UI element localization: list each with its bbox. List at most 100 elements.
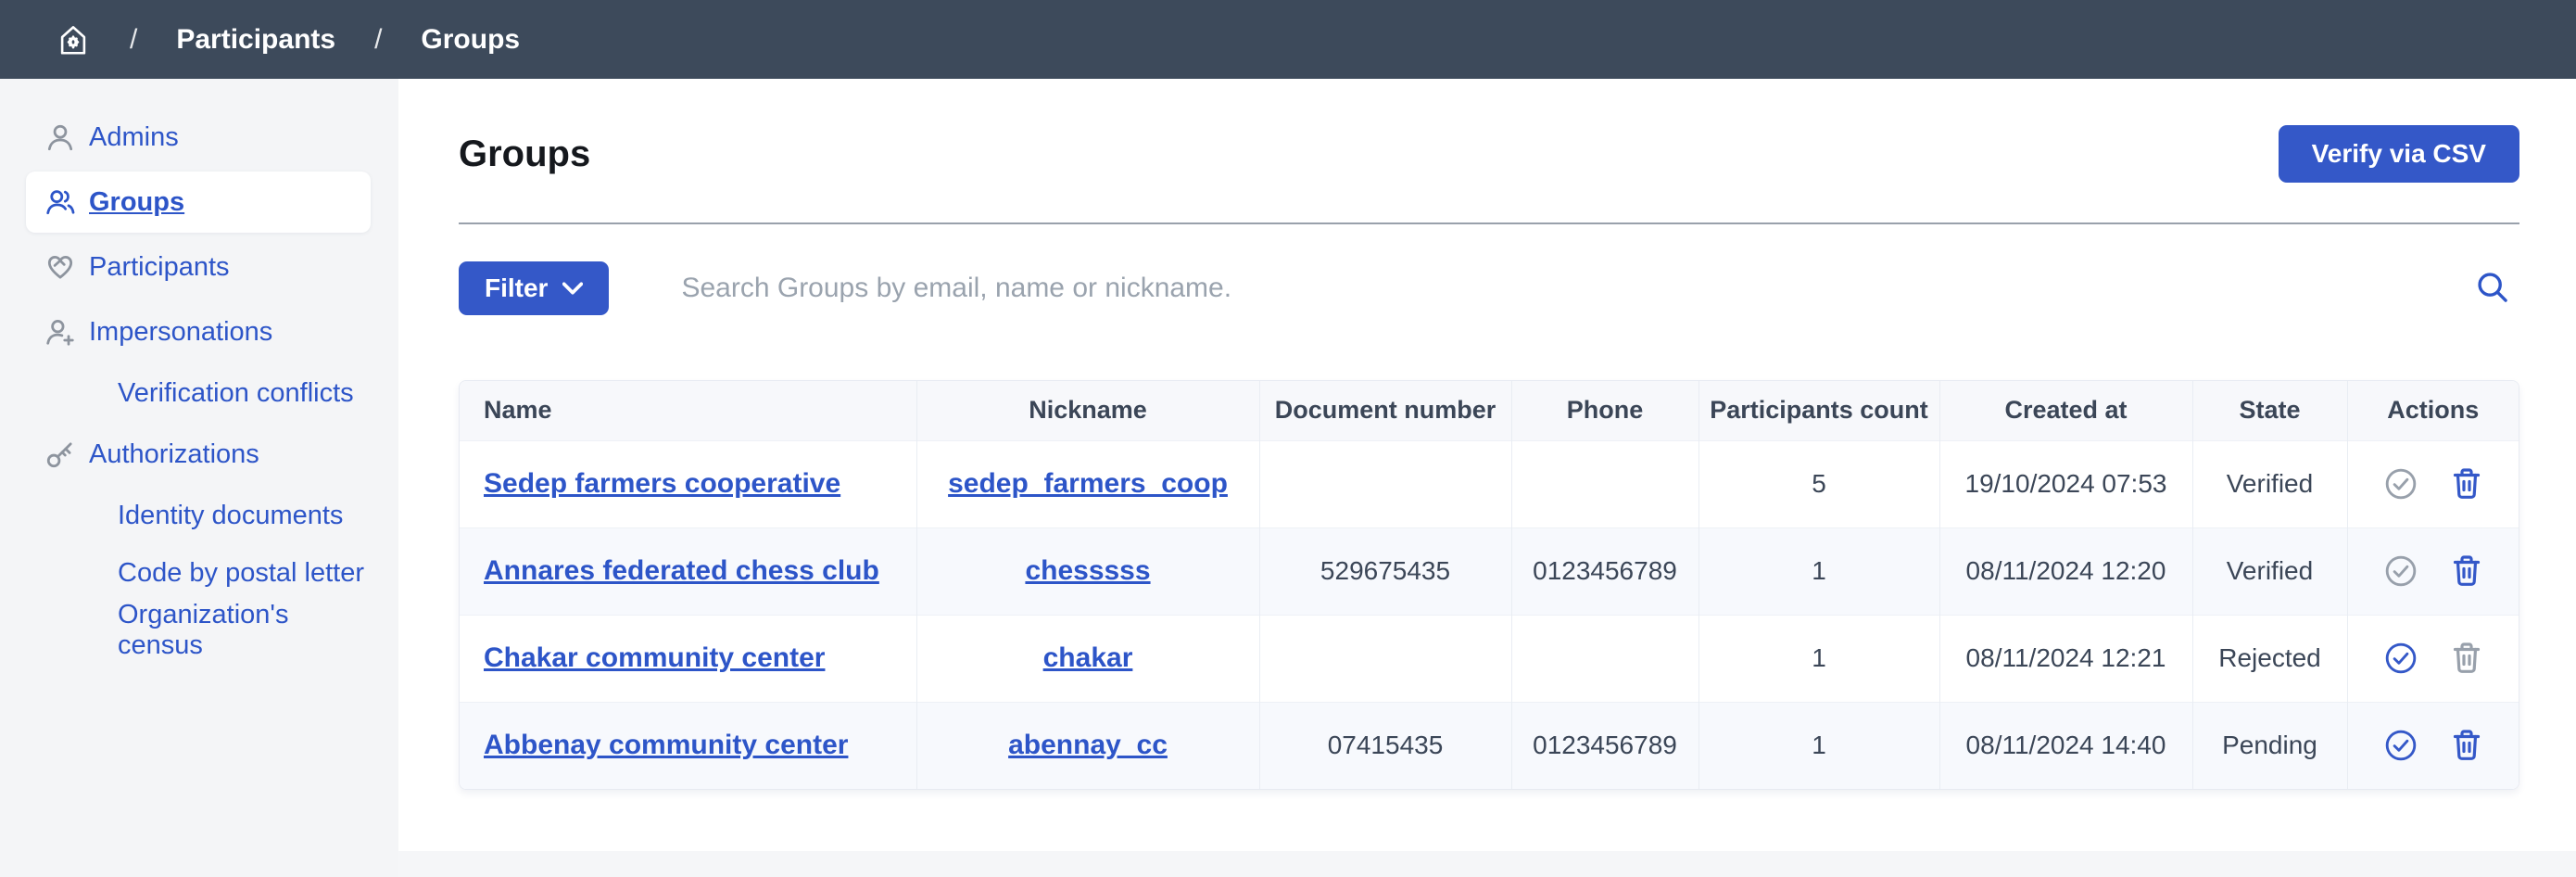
- phone-cell: 0123456789: [1511, 527, 1698, 615]
- breadcrumb-item-participants[interactable]: Participants: [176, 24, 335, 56]
- actions-cell: [2347, 440, 2519, 527]
- trash-icon: [2451, 728, 2482, 763]
- main-content: Groups Verify via CSV Filter: [398, 79, 2576, 851]
- group-nickname-link[interactable]: chakar: [1043, 642, 1133, 673]
- column-header-created-at: Created at: [1939, 381, 2192, 440]
- home-link[interactable]: [56, 22, 91, 57]
- group-name-link[interactable]: Annares federated chess club: [484, 555, 879, 586]
- home-gear-icon: [56, 22, 91, 57]
- page-title: Groups: [459, 133, 590, 175]
- check-circle-icon: [2384, 554, 2418, 588]
- actions-cell: [2347, 615, 2519, 702]
- table-row: Chakar community center chakar 1 08/11/2…: [460, 615, 2519, 702]
- phone-cell: [1511, 615, 1698, 702]
- created-at-cell: 08/11/2024 12:20: [1939, 527, 2192, 615]
- created-at-cell: 08/11/2024 14:40: [1939, 702, 2192, 789]
- column-header-phone: Phone: [1511, 381, 1698, 440]
- delete-group-button[interactable]: [2451, 553, 2482, 589]
- participants-count-cell: 5: [1698, 440, 1939, 527]
- verify-group-button[interactable]: [2384, 467, 2418, 501]
- group-nickname-link[interactable]: chesssss: [1025, 555, 1150, 586]
- sidebar-item-label: Impersonations: [89, 317, 272, 348]
- column-header-name: Name: [460, 381, 916, 440]
- document-number-cell: 529675435: [1259, 527, 1511, 615]
- sidebar-item-identity-documents[interactable]: Identity documents: [26, 489, 371, 542]
- delete-group-button[interactable]: [2451, 641, 2482, 676]
- phone-cell: 0123456789: [1511, 702, 1698, 789]
- groups-table: Name Nickname Document number Phone Part…: [459, 380, 2519, 790]
- breadcrumb-separator: /: [374, 24, 382, 56]
- created-at-cell: 19/10/2024 07:53: [1939, 440, 2192, 527]
- sidebar-item-label: Organization's census: [118, 600, 371, 661]
- verify-group-button[interactable]: [2384, 642, 2418, 675]
- key-icon: [44, 438, 76, 470]
- group-nickname-link[interactable]: sedep_farmers_coop: [948, 468, 1228, 499]
- state-cell: Verified: [2192, 440, 2347, 527]
- sidebar-item-authorizations[interactable]: Authorizations: [26, 424, 371, 485]
- actions-cell: [2347, 527, 2519, 615]
- verify-group-button[interactable]: [2384, 554, 2418, 588]
- sidebar-item-label: Verification conflicts: [118, 378, 354, 409]
- delete-group-button[interactable]: [2451, 728, 2482, 763]
- group-name-link[interactable]: Sedep farmers cooperative: [484, 468, 840, 499]
- trash-icon: [2451, 641, 2482, 676]
- search-input[interactable]: [681, 273, 2468, 304]
- verify-via-csv-button[interactable]: Verify via CSV: [2279, 125, 2519, 183]
- filter-button-label: Filter: [485, 273, 548, 303]
- participants-count-cell: 1: [1698, 615, 1939, 702]
- sidebar: Admins Groups Participants: [0, 79, 398, 877]
- sidebar-item-participants[interactable]: Participants: [26, 236, 371, 298]
- column-header-nickname: Nickname: [916, 381, 1259, 440]
- table-row: Sedep farmers cooperative sedep_farmers_…: [460, 440, 2519, 527]
- user-add-icon: [44, 316, 76, 348]
- check-circle-icon: [2384, 467, 2418, 501]
- sidebar-item-label: Identity documents: [118, 501, 343, 531]
- search-icon[interactable]: [2468, 270, 2519, 307]
- table-row: Abbenay community center abennay_cc 0741…: [460, 702, 2519, 789]
- user-icon: [44, 121, 76, 153]
- column-header-document-number: Document number: [1259, 381, 1511, 440]
- column-header-state: State: [2192, 381, 2347, 440]
- sidebar-item-organizations-census[interactable]: Organization's census: [26, 604, 371, 657]
- state-cell: Rejected: [2192, 615, 2347, 702]
- delete-group-button[interactable]: [2451, 466, 2482, 502]
- hand-heart-icon: [44, 251, 76, 283]
- created-at-cell: 08/11/2024 12:21: [1939, 615, 2192, 702]
- group-nickname-link[interactable]: abennay_cc: [1008, 730, 1168, 760]
- document-number-cell: 07415435: [1259, 702, 1511, 789]
- sidebar-item-label: Admins: [89, 122, 179, 153]
- column-header-participants-count: Participants count: [1698, 381, 1939, 440]
- sidebar-item-verification-conflicts[interactable]: Verification conflicts: [26, 366, 371, 420]
- trash-icon: [2451, 466, 2482, 502]
- sidebar-item-label: Participants: [89, 252, 230, 283]
- verify-group-button[interactable]: [2384, 729, 2418, 762]
- participants-count-cell: 1: [1698, 527, 1939, 615]
- document-number-cell: [1259, 440, 1511, 527]
- table-row: Annares federated chess club chesssss 52…: [460, 527, 2519, 615]
- sidebar-item-label: Code by postal letter: [118, 558, 364, 589]
- column-header-actions: Actions: [2347, 381, 2519, 440]
- state-cell: Verified: [2192, 527, 2347, 615]
- check-circle-icon: [2384, 729, 2418, 762]
- filter-button[interactable]: Filter: [459, 261, 609, 315]
- document-number-cell: [1259, 615, 1511, 702]
- sidebar-item-label: Authorizations: [89, 439, 259, 470]
- sidebar-item-groups[interactable]: Groups: [26, 172, 371, 233]
- group-name-link[interactable]: Abbenay community center: [484, 730, 848, 760]
- state-cell: Pending: [2192, 702, 2347, 789]
- trash-icon: [2451, 553, 2482, 589]
- group-name-link[interactable]: Chakar community center: [484, 642, 825, 673]
- breadcrumb-item-groups[interactable]: Groups: [421, 24, 520, 56]
- sidebar-item-admins[interactable]: Admins: [26, 107, 371, 168]
- group-icon: [44, 186, 76, 218]
- sidebar-item-code-by-postal-letter[interactable]: Code by postal letter: [26, 546, 371, 600]
- table-header-row: Name Nickname Document number Phone Part…: [460, 381, 2519, 440]
- breadcrumb-separator: /: [130, 24, 137, 56]
- search-toolbar: Filter: [459, 261, 2519, 315]
- phone-cell: [1511, 440, 1698, 527]
- sidebar-item-impersonations[interactable]: Impersonations: [26, 301, 371, 362]
- title-divider: [459, 222, 2519, 224]
- breadcrumb: / Participants / Groups: [0, 0, 2576, 79]
- actions-cell: [2347, 702, 2519, 789]
- sidebar-item-label: Groups: [89, 187, 184, 218]
